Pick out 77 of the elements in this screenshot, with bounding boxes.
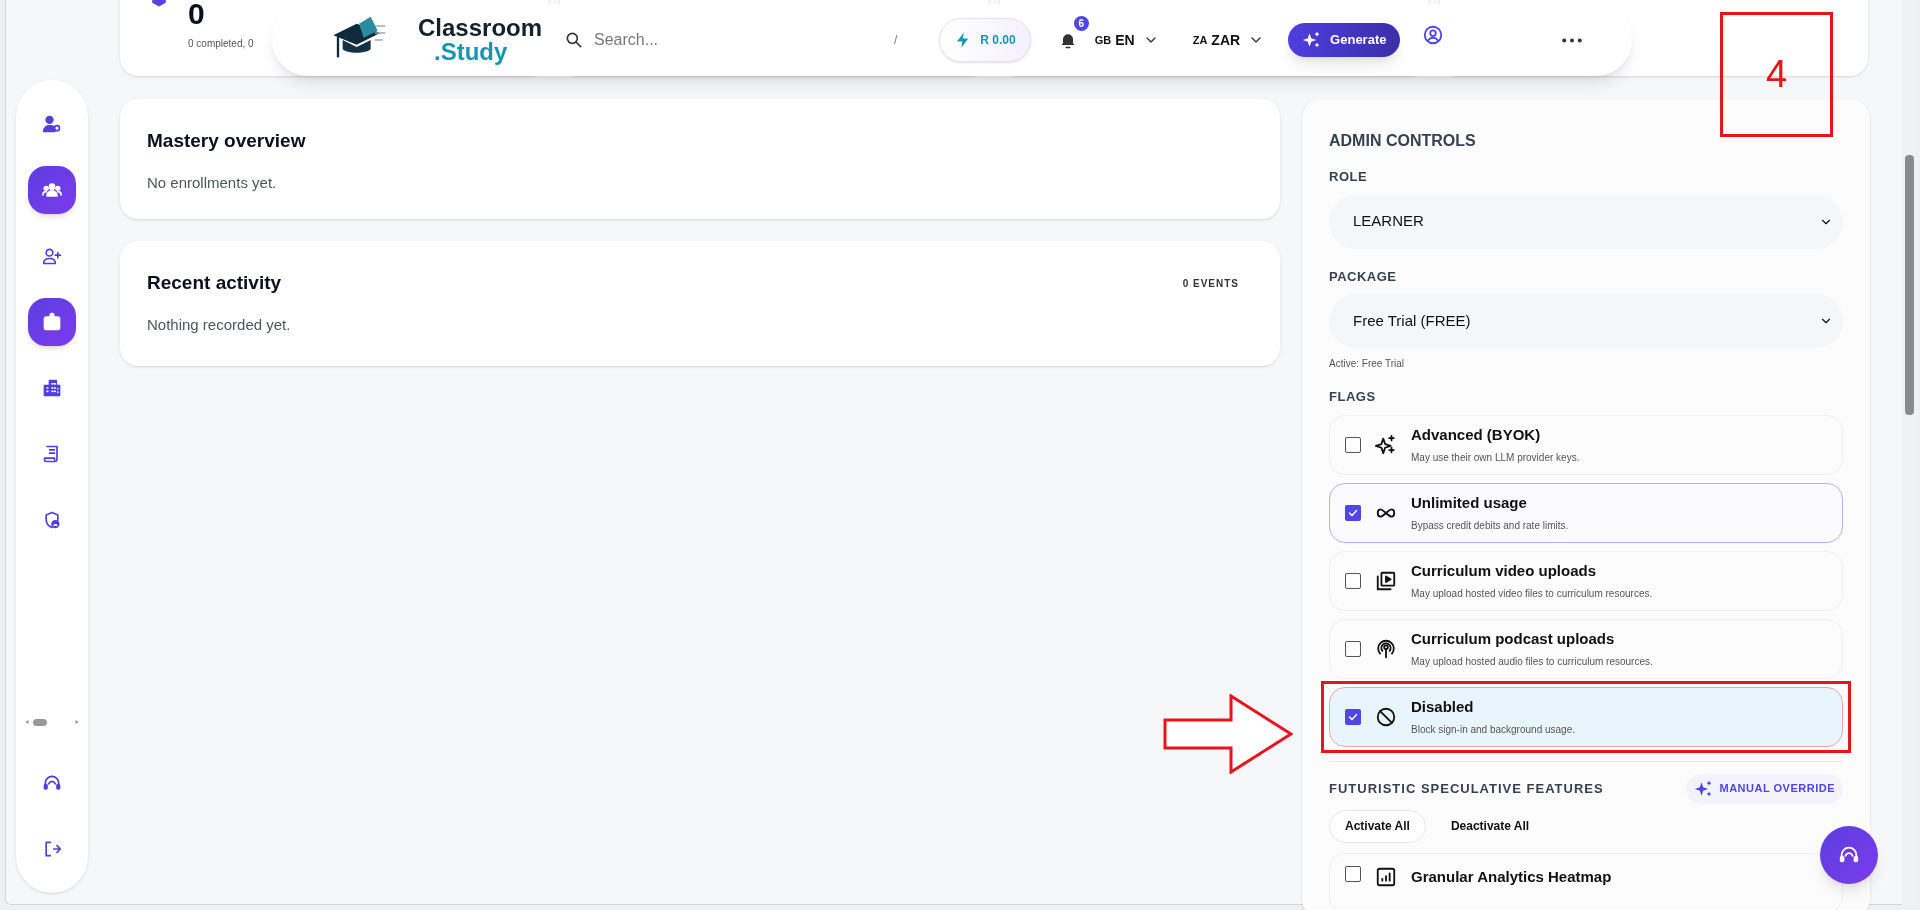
flag-description: May upload hosted video files to curriculum resources.: [1411, 587, 1653, 602]
flag-option[interactable]: Curriculum video uploads May upload hosted video files to curriculum resources.: [1329, 550, 1843, 611]
field-label: PACKAGE: [1329, 267, 1398, 286]
event-count: 0 EVENTS: [1182, 276, 1239, 291]
person-add-icon: [42, 246, 62, 266]
checkbox[interactable]: [1345, 436, 1361, 453]
headset-icon: [42, 773, 62, 793]
checkbox[interactable]: [1345, 504, 1361, 521]
manual-override-button[interactable]: MANUAL OVERRIDE: [1685, 773, 1843, 804]
logout-icon: [42, 839, 62, 859]
flag-title: Unlimited usage: [1411, 492, 1528, 513]
shield-icon: [42, 510, 62, 530]
helper-text: Active: Free Trial: [1329, 357, 1406, 371]
checkbox[interactable]: [1345, 572, 1361, 589]
search-icon: [564, 30, 584, 50]
dropdown-label: EN: [1115, 30, 1135, 50]
card-title: Recent activity: [147, 271, 282, 295]
stat-value: 0: [188, 0, 206, 32]
logo-text: Classroom: [418, 16, 543, 40]
section-title: ADMIN CONTROLS: [1329, 131, 1477, 151]
feature-title: Granular Analytics Heatmap: [1411, 866, 1612, 887]
more-icon: [1562, 37, 1582, 43]
left-arrow-icon: [24, 719, 30, 725]
more-button[interactable]: [1562, 37, 1582, 43]
step-number: 4: [1765, 52, 1788, 97]
flag-title: Curriculum video uploads: [1411, 560, 1598, 581]
flag-option[interactable]: Curriculum podcast uploads May upload hosted audio files to curriculum resources.: [1329, 618, 1843, 679]
field-label: FLAGS: [1329, 388, 1377, 406]
right-arrow-icon: [74, 719, 80, 725]
flag-title: Curriculum podcast uploads: [1411, 628, 1616, 649]
card-title: Mastery overview: [147, 129, 307, 153]
video-file-icon: [1375, 569, 1397, 592]
dropdown-label: ZAR: [1211, 30, 1241, 50]
scrollbar-thumb[interactable]: [1904, 155, 1914, 415]
notification-count: 6: [1073, 16, 1089, 31]
field-label: ROLE: [1329, 168, 1369, 186]
currency-dropdown[interactable]: ZA ZAR: [1192, 29, 1265, 51]
checkbox[interactable]: [1345, 865, 1361, 882]
flag-code: ZA: [1192, 32, 1208, 48]
person-gear-icon: [42, 114, 62, 134]
shortcut-hint: /: [894, 32, 898, 49]
empty-message: Nothing recorded yet.: [147, 314, 292, 335]
activate-all-button[interactable]: Activate All: [1329, 809, 1426, 843]
bar-chart-icon: [1375, 865, 1397, 888]
profile-button[interactable]: [1422, 24, 1445, 46]
deactivate-all-button[interactable]: Deactivate All: [1435, 809, 1545, 843]
flag-description: May use their own LLM provider keys.: [1411, 451, 1580, 466]
feature-option[interactable]: Granular Analytics Heatmap: [1329, 852, 1843, 910]
scrollbar-thumb[interactable]: [33, 718, 48, 726]
flag-option[interactable]: Disabled Block sign-in and background usage.: [1329, 686, 1843, 747]
language-dropdown[interactable]: GB EN: [1094, 29, 1159, 51]
group-icon: [42, 180, 62, 200]
podcast-icon: [1375, 637, 1397, 660]
stat-caption: 0 completed, 0: [188, 37, 254, 51]
logo-text: .Study: [434, 40, 509, 64]
flag-title: Advanced (BYOK): [1411, 424, 1542, 445]
checkbox[interactable]: [1345, 708, 1361, 725]
empty-message: No enrollments yet.: [147, 172, 278, 193]
flag-description: May upload hosted audio files to curriculum resources.: [1411, 655, 1653, 670]
building-icon: [42, 378, 62, 398]
flag-title: Disabled: [1411, 696, 1475, 717]
sidebar-item[interactable]: [28, 166, 76, 214]
flag-code: GB: [1094, 32, 1112, 48]
checkbox[interactable]: [1345, 640, 1361, 657]
search-field[interactable]: Search...: [594, 28, 854, 52]
section-title: FUTURISTIC SPECULATIVE FEATURES: [1329, 779, 1604, 798]
sparkle-icon: [1375, 433, 1397, 456]
generate-button[interactable]: Generate: [1288, 23, 1401, 57]
sidebar-item[interactable]: [28, 298, 76, 346]
package-dropdown[interactable]: Free Trial (FREE): [1329, 294, 1843, 348]
flag-option[interactable]: Unlimited usage Bypass credit debits and rate limits.: [1329, 482, 1843, 543]
role-dropdown[interactable]: LEARNER: [1329, 194, 1843, 249]
blocked-icon: [1375, 705, 1397, 728]
flag-option[interactable]: Advanced (BYOK) May use their own LLM provider keys.: [1329, 414, 1843, 475]
flag-description: Block sign-in and background usage.: [1411, 723, 1575, 738]
user-circle-icon: [1422, 24, 1445, 46]
flag-description: Bypass credit debits and rate limits.: [1411, 519, 1569, 534]
